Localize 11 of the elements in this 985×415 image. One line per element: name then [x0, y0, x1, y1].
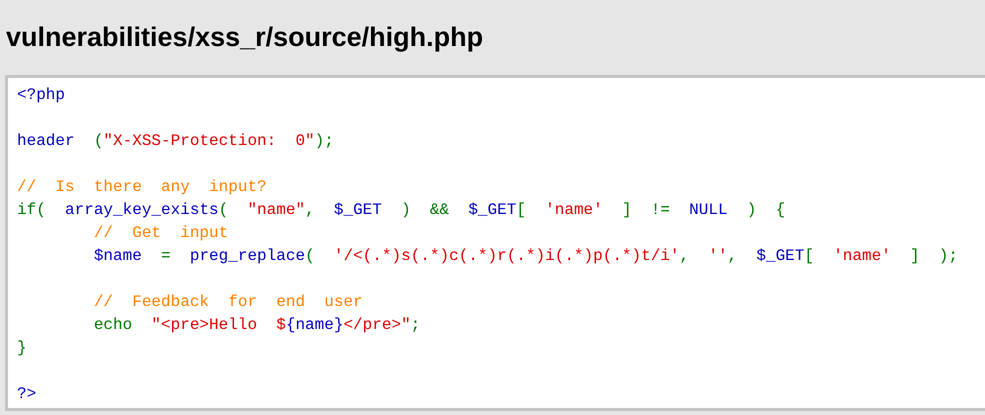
- code-line: }: [17, 339, 27, 357]
- code-line: $name = preg_replace( '/<(.*)s(.*)c(.*)r(.*)i(.*)p(.*)t/i', '', $_GET[ 'name' ] );: [92, 247, 958, 265]
- code-line: // Feedback for end user: [92, 293, 363, 311]
- code-line: echo "<pre>Hello ${name}</pre>";: [92, 316, 420, 334]
- code-line: <?php: [17, 86, 66, 104]
- code-line: ?>: [17, 385, 36, 403]
- page-title: vulnerabilities/xss_r/source/high.php: [6, 21, 484, 54]
- code-line: // Is there any input?: [17, 178, 267, 196]
- code-line: // Get input: [92, 224, 228, 242]
- code-line: header ("X-XSS-Protection: 0");: [17, 132, 334, 150]
- code-line: if( array_key_exists( "name", $_GET ) && $_GET[ 'name' ] != NULL ) {: [17, 201, 786, 219]
